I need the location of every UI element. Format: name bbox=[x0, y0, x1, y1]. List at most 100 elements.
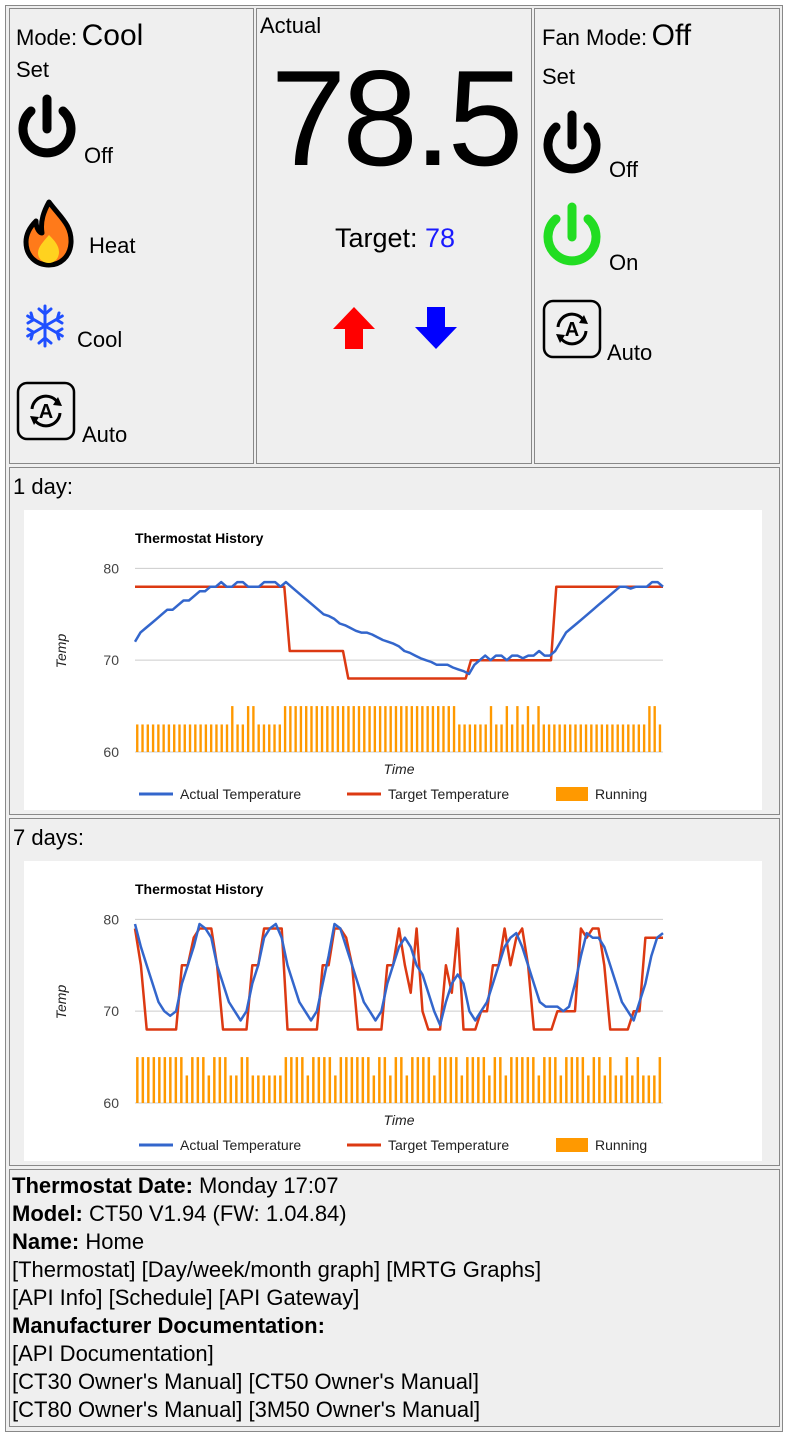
week-chart-running-bar bbox=[262, 1075, 266, 1103]
api-gateway-link[interactable]: [API Gateway] bbox=[219, 1285, 360, 1310]
day-chart-running-bar bbox=[289, 706, 292, 752]
week-chart-running-bar bbox=[493, 1057, 497, 1103]
week-chart-running-bar bbox=[317, 1057, 321, 1103]
day-chart-running-bar bbox=[215, 724, 218, 752]
day-chart-running-bar bbox=[167, 724, 171, 752]
api-info-link[interactable]: [API Info] bbox=[12, 1285, 103, 1310]
day-chart-running-bar bbox=[621, 724, 625, 752]
week-chart-running-bar bbox=[592, 1057, 596, 1103]
week-chart-running-bar bbox=[433, 1075, 436, 1103]
day-chart-running-bar bbox=[431, 706, 435, 752]
fan-auto-label[interactable]: Auto bbox=[607, 340, 652, 366]
week-chart-running-bar bbox=[411, 1057, 414, 1103]
week-chart-running-bar bbox=[504, 1075, 508, 1103]
schedule-link[interactable]: [Schedule] bbox=[109, 1285, 213, 1310]
mode-label: Mode: bbox=[16, 25, 78, 50]
fan-on-button[interactable] bbox=[539, 201, 605, 276]
model-row: Model: CT50 V1.94 (FW: 1.04.84) bbox=[12, 1200, 541, 1228]
actual-temperature: 78.5 bbox=[270, 42, 524, 194]
mode-auto-button[interactable]: A bbox=[16, 381, 76, 446]
week-chart-running-bar bbox=[587, 1075, 590, 1103]
day-chart-running-bar bbox=[447, 706, 450, 752]
ct50-manual-link[interactable]: [CT50 Owner's Manual] bbox=[249, 1369, 479, 1394]
week-chart-running-bar bbox=[581, 1057, 585, 1103]
week-chart-running-bar bbox=[180, 1057, 183, 1103]
week-chart-legend-swatch bbox=[556, 1138, 588, 1152]
week-chart-running-bar bbox=[273, 1075, 277, 1103]
day-week-month-graph-link[interactable]: [Day/week/month graph] bbox=[142, 1257, 380, 1282]
week-chart-running-bar bbox=[339, 1057, 343, 1103]
day-chart-running-bar bbox=[574, 724, 577, 752]
day-chart-running-bar bbox=[347, 706, 350, 752]
ct30-manual-link[interactable]: [CT30 Owner's Manual] bbox=[12, 1369, 242, 1394]
week-chart-running-bar bbox=[625, 1057, 629, 1103]
mode-off-button[interactable] bbox=[14, 93, 80, 168]
week-chart-running-bar bbox=[570, 1057, 574, 1103]
day-chart-running-bar bbox=[590, 724, 593, 752]
day-chart-running-bar bbox=[415, 706, 419, 752]
decrease-target-button[interactable] bbox=[413, 305, 459, 356]
day-chart-running-bar bbox=[209, 724, 213, 752]
week-chart-running-bar bbox=[306, 1075, 310, 1103]
week-chart-running-bar bbox=[136, 1057, 139, 1103]
fan-header: Fan Mode: Off bbox=[542, 19, 691, 53]
day-chart-running-bar bbox=[204, 724, 208, 752]
week-chart-running-bar bbox=[405, 1075, 409, 1103]
day-chart-running-bar bbox=[326, 706, 329, 752]
mode-heat-label[interactable]: Heat bbox=[89, 233, 135, 259]
day-chart-running-bar bbox=[595, 724, 598, 752]
week-chart-running-bar bbox=[466, 1057, 469, 1103]
week-chart-running-bar bbox=[246, 1057, 249, 1103]
week-chart-running-bar bbox=[532, 1057, 535, 1103]
fan-on-label[interactable]: On bbox=[609, 250, 638, 276]
api-documentation-link[interactable]: [API Documentation] bbox=[12, 1341, 214, 1366]
week-chart-running-bar bbox=[350, 1057, 354, 1103]
auto-icon: A bbox=[542, 299, 602, 359]
week-chart-running-bar bbox=[152, 1057, 156, 1103]
thermostat-link[interactable]: [Thermostat] bbox=[12, 1257, 135, 1282]
week-chart-running-bar bbox=[455, 1057, 458, 1103]
day-chart-running-bar bbox=[378, 706, 382, 752]
week-chart-running-bar bbox=[207, 1075, 211, 1103]
day-chart-running-bar bbox=[627, 724, 630, 752]
week-chart-running-bar bbox=[565, 1057, 568, 1103]
day-chart-running-bar bbox=[373, 706, 377, 752]
day-chart-running-bar bbox=[558, 724, 561, 752]
model-value: CT50 V1.94 (FW: 1.04.84) bbox=[89, 1201, 347, 1226]
day-chart-running-bar bbox=[151, 724, 155, 752]
day-chart-running-bar bbox=[516, 706, 519, 752]
day-chart-running-bar bbox=[336, 706, 340, 752]
info-block: Thermostat Date: Monday 17:07 Model: CT5… bbox=[12, 1172, 541, 1424]
day-chart-running-bar bbox=[262, 724, 266, 752]
ct80-manual-link[interactable]: [CT80 Owner's Manual] bbox=[12, 1397, 242, 1422]
week-chart-running-bar bbox=[631, 1075, 634, 1103]
target-value: 78 bbox=[425, 223, 456, 253]
mode-cool-label[interactable]: Cool bbox=[77, 327, 122, 353]
mrtg-graphs-link[interactable]: [MRTG Graphs] bbox=[386, 1257, 541, 1282]
day-chart-running-bar bbox=[505, 706, 509, 752]
week-chart-running-bar bbox=[416, 1057, 420, 1103]
day-chart-running-bar bbox=[188, 724, 192, 752]
day-chart-running-bar bbox=[563, 724, 567, 752]
mode-cool-button[interactable] bbox=[22, 303, 68, 354]
mode-header: Mode: Cool bbox=[16, 19, 143, 53]
day-chart-running-bar bbox=[484, 724, 487, 752]
day-chart-running-bar bbox=[341, 706, 345, 752]
week-chart-running-bar bbox=[202, 1057, 205, 1103]
fan-auto-button[interactable]: A bbox=[542, 299, 602, 364]
mode-auto-label[interactable]: Auto bbox=[82, 422, 127, 448]
increase-target-button[interactable] bbox=[331, 305, 377, 356]
week-chart-running-bar bbox=[235, 1075, 238, 1103]
mode-off-label[interactable]: Off bbox=[84, 143, 113, 169]
mode-heat-button[interactable] bbox=[22, 199, 76, 274]
week-chart-legend-label: Actual Temperature bbox=[180, 1137, 301, 1153]
week-chart-title: Thermostat History bbox=[135, 881, 264, 897]
fan-off-button[interactable] bbox=[539, 109, 605, 184]
power-icon bbox=[543, 110, 601, 174]
fan-off-label[interactable]: Off bbox=[609, 157, 638, 183]
week-chart-running-bar bbox=[301, 1057, 304, 1103]
week-chart-label: 7 days: bbox=[13, 825, 84, 850]
3m50-manual-link[interactable]: [3M50 Owner's Manual] bbox=[249, 1397, 481, 1422]
week-chart-running-bar bbox=[174, 1057, 178, 1103]
day-chart-y-tick-label: 80 bbox=[103, 560, 119, 576]
